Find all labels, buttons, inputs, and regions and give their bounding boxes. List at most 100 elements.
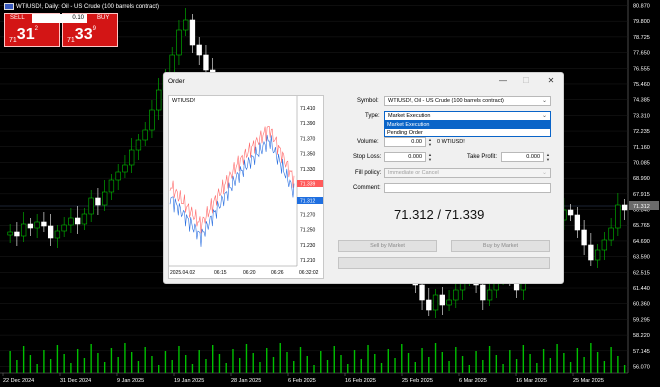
stop-loss-stepper[interactable]: ▲ ▼ [427, 152, 433, 162]
price-tick-label: 73.310 [633, 113, 650, 119]
tick-time-label: 06:32:02 [299, 270, 319, 276]
candle-body [61, 224, 67, 232]
chevron-down-icon: ⌄ [541, 98, 547, 104]
candle-body [567, 209, 574, 216]
tick-price-label: 71.330 [300, 167, 316, 173]
price-tick-label: 58.220 [633, 333, 650, 339]
price-tick-label: 65.765 [633, 223, 650, 229]
tick-chart: 71.41071.39071.37071.35071.33071.31071.2… [168, 95, 324, 279]
candle-body [176, 29, 182, 56]
close-icon[interactable]: ✕ [545, 75, 557, 87]
candle-body [574, 214, 581, 231]
candle-body [621, 204, 628, 211]
candle-body [74, 217, 81, 225]
tick-price-label: 71.350 [300, 152, 316, 158]
volume-field[interactable]: 0.00 [384, 137, 426, 147]
tick-chart-canvas: 71.41071.39071.37071.35071.33071.31071.2… [169, 96, 323, 276]
type-option-market-execution[interactable]: Market Execution [385, 121, 550, 129]
tick-price-label: 71.390 [300, 121, 316, 127]
volume-input[interactable]: 0.10 [32, 14, 87, 23]
candle-body [122, 164, 128, 173]
type-dropdown-list[interactable]: Market Execution Pending Order [384, 120, 551, 137]
take-profit-stepper[interactable]: ▲ ▼ [545, 152, 551, 162]
candle-body [196, 44, 202, 56]
candle-body [588, 244, 594, 261]
one-click-trading-panel: SELL 71312 BUY 71339 0.10 [4, 13, 118, 47]
candle-body [108, 179, 115, 193]
price-axis: 80.870 79.800 78.725 77.650 76.555 75.460 74.3… [629, 4, 659, 371]
stop-loss-field[interactable]: 0.000 [384, 152, 426, 162]
take-profit-field[interactable]: 0.000 [501, 152, 544, 162]
take-profit-label: Take Profit: [467, 154, 498, 160]
sell-price: 71312 [9, 26, 38, 44]
time-tick-label: 25 Feb 2025 [402, 378, 433, 384]
time-tick-label: 6 Feb 2025 [288, 378, 316, 384]
candle-body [129, 149, 135, 166]
candle-body [88, 197, 94, 215]
tick-chart-symbol: WTIUSD! [172, 98, 196, 104]
minimize-icon[interactable]: — [497, 75, 509, 87]
flag-icon [4, 3, 14, 10]
chevron-down-icon: ⌄ [541, 170, 547, 176]
tick-time-label: 06:15 [214, 270, 227, 276]
candle-body [156, 89, 162, 111]
type-option-pending-order[interactable]: Pending Order [385, 129, 550, 137]
candle-body [68, 217, 74, 226]
candle-body [54, 230, 61, 239]
buy-label: BUY [97, 15, 110, 21]
candle-body [601, 239, 608, 251]
tick-time-label: 2025.04.02 [170, 270, 195, 276]
candle-body [27, 223, 34, 229]
time-tick-label: 6 Mar 2025 [459, 378, 487, 384]
fill-policy-select: Immediate or Cancel ⌄ [384, 168, 551, 178]
price-tick-label: 67.915 [633, 192, 650, 198]
symbol-select[interactable]: WTIUSD!, Oil - US Crude (100 barrels con… [384, 96, 551, 106]
price-tick-label: 68.990 [633, 176, 650, 182]
price-tick-label: 74.385 [633, 98, 650, 104]
candle-body [41, 221, 47, 227]
candle-body [34, 221, 40, 229]
volume-stepper[interactable]: ▲ ▼ [427, 137, 433, 147]
candle-body [426, 299, 432, 311]
comment-label: Comment: [353, 185, 381, 191]
candle-body [102, 191, 108, 206]
fill-policy-label: Fill policy: [355, 170, 382, 176]
time-tick-label: 19 Jan 2025 [174, 378, 204, 384]
candle-body [81, 213, 88, 225]
time-tick-label: 31 Dec 2024 [60, 378, 91, 384]
ask-line [169, 125, 295, 234]
price-tick-label: 61.440 [633, 286, 650, 292]
order-placeholder-button [338, 257, 550, 269]
price-tick-label: 59.295 [633, 317, 650, 323]
price-tick-label: 76.555 [633, 66, 650, 72]
price-tick-label: 77.650 [633, 51, 650, 57]
time-tick-label: 16 Mar 2025 [516, 378, 547, 384]
bid-price-label: 71.312 [300, 199, 316, 205]
tick-price-label: 71.370 [300, 136, 316, 142]
dialog-title: Order [168, 78, 185, 85]
candle-body [95, 197, 101, 206]
time-tick-label: 16 Feb 2025 [345, 378, 376, 384]
candle-body [439, 294, 445, 306]
time-axis: 22 Dec 2024 31 Dec 2024 9 Jan 2025 19 Jan 2… [2, 373, 604, 384]
buy-by-market-button[interactable]: Buy by Market [451, 240, 550, 252]
time-tick-label: 25 Mar 2025 [573, 378, 604, 384]
comment-input[interactable] [384, 183, 551, 193]
tick-price-label: 71.250 [300, 228, 316, 234]
price-tick-label: 70.085 [633, 160, 650, 166]
tick-time-label: 06:20 [243, 270, 256, 276]
candle-body [47, 225, 54, 239]
tick-price-label: 71.270 [300, 212, 316, 218]
candle-body [581, 229, 587, 246]
bid-line [169, 134, 295, 247]
candle-body [594, 249, 601, 261]
candle-body [14, 231, 20, 237]
sell-by-market-button[interactable]: Sell by Market [338, 240, 437, 252]
tick-price-label: 71.410 [300, 106, 316, 112]
chart-title: WTIUSD!, Daily: Oil - US Crude (100 barr… [4, 3, 159, 10]
time-tick-label: 28 Jan 2025 [231, 378, 261, 384]
type-label: Type: [365, 113, 380, 119]
price-tick-label: 71.160 [633, 145, 650, 151]
bid-ask-prices: 71.312 / 71.339 [394, 207, 485, 222]
price-tick-label: 79.800 [633, 19, 650, 25]
